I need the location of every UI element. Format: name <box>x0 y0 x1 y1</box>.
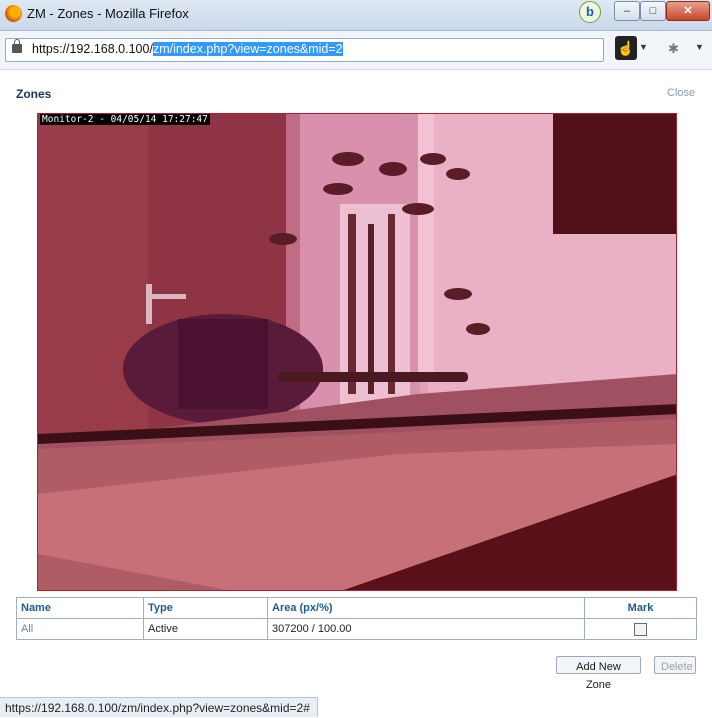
camera-image[interactable]: Monitor-2 - 04/05/14 17:27:47 <box>37 113 677 591</box>
col-header-mark: Mark <box>584 597 697 619</box>
col-header-name: Name <box>16 597 144 619</box>
minimize-button[interactable]: – <box>614 1 640 21</box>
zones-table: Name Type Area (px/%) Mark All Active 30… <box>16 597 697 640</box>
firefox-icon <box>5 5 22 22</box>
table-row: All Active 307200 / 100.00 <box>16 618 697 640</box>
window-title: ZM - Zones - Mozilla Firefox <box>27 6 189 21</box>
maximize-button[interactable]: □ <box>640 1 666 21</box>
zone-mark-cell <box>584 618 697 640</box>
menu-chevron-down-icon[interactable]: ▼ <box>695 42 704 52</box>
col-header-area: Area (px/%) <box>267 597 585 619</box>
close-link[interactable]: Close <box>667 87 695 99</box>
hand-cursor-icon[interactable]: ☝ <box>615 36 637 60</box>
mark-checkbox[interactable] <box>634 622 647 636</box>
url-input[interactable]: https://192.168.0.100/zm/index.php?view=… <box>5 38 604 62</box>
window-titlebar: ZM - Zones - Mozilla Firefox b – □ ✕ <box>0 0 712 31</box>
zone-area-cell: 307200 / 100.00 <box>267 618 585 640</box>
navigation-bar: https://192.168.0.100/zm/index.php?view=… <box>0 31 712 70</box>
url-selected: zm/index.php?view=zones&mid=2 <box>152 42 343 56</box>
zone-name-cell: All <box>16 618 144 640</box>
url-text[interactable]: https://192.168.0.100/zm/index.php?view=… <box>32 42 343 56</box>
col-header-type: Type <box>143 597 268 619</box>
table-header-row: Name Type Area (px/%) Mark <box>16 597 697 619</box>
close-window-button[interactable]: ✕ <box>666 1 710 21</box>
url-plain: https://192.168.0.100/ <box>32 42 153 56</box>
zone-type-cell: Active <box>143 618 268 640</box>
zone-name-link[interactable]: All <box>21 623 33 635</box>
delete-button[interactable]: Delete <box>654 656 696 674</box>
status-bar: https://192.168.0.100/zm/index.php?view=… <box>0 697 318 717</box>
bug-icon[interactable]: ✱ <box>668 41 679 57</box>
b-badge-icon[interactable]: b <box>579 1 601 23</box>
camera-scene <box>38 114 676 590</box>
page-title: Zones <box>16 87 52 101</box>
add-new-zone-button[interactable]: Add New Zone <box>556 656 641 691</box>
chevron-down-icon[interactable]: ▼ <box>639 42 648 52</box>
lock-icon <box>12 39 22 53</box>
camera-osd-timestamp: Monitor-2 - 04/05/14 17:27:47 <box>40 114 210 125</box>
